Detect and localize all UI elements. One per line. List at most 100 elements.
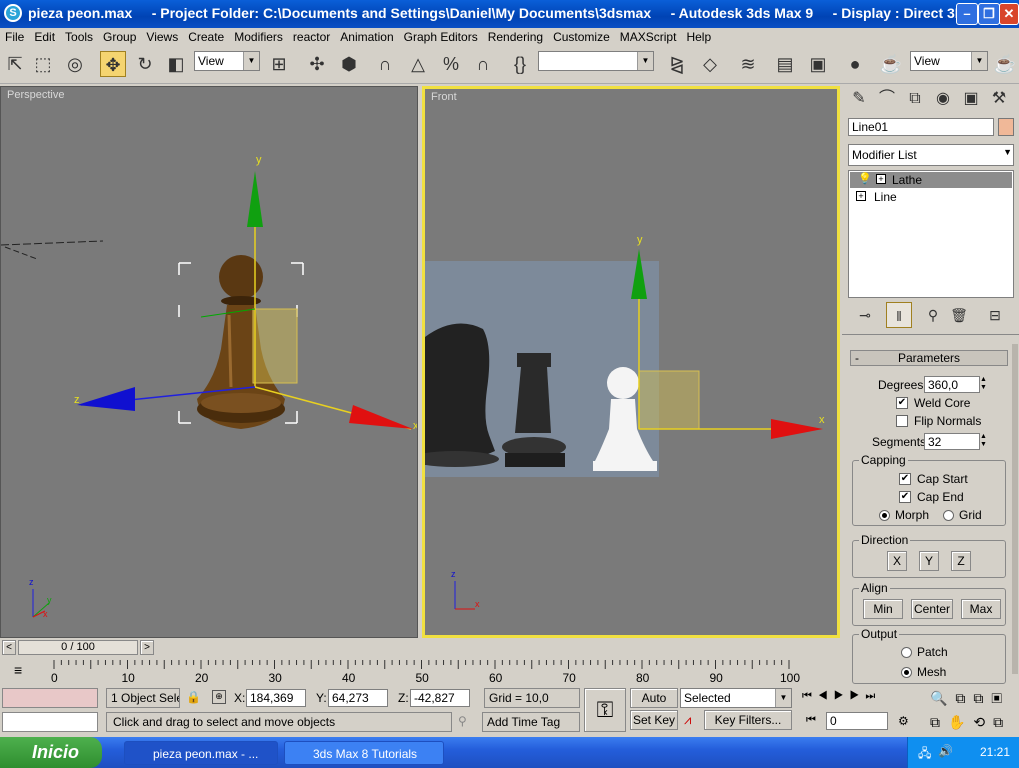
- manipulate-icon[interactable]: ✣: [304, 51, 330, 77]
- prev-frame-icon[interactable]: <: [2, 640, 16, 655]
- align-max-button[interactable]: Max: [961, 599, 1001, 619]
- menu-help[interactable]: Help: [681, 28, 716, 44]
- viewport-nav-controls-2[interactable]: ⧉✋⟲⧉: [930, 714, 1011, 731]
- render-scene-icon[interactable]: ☕: [878, 51, 904, 77]
- display-tab-icon[interactable]: ▣: [958, 86, 984, 112]
- lock-selection-icon[interactable]: 🔒: [186, 690, 201, 704]
- object-name-field[interactable]: Line01: [848, 118, 994, 136]
- segments-spinner[interactable]: ▲ ▼: [980, 433, 989, 450]
- direction-z-button[interactable]: Z: [951, 551, 971, 571]
- minimize-button[interactable]: –: [956, 3, 978, 25]
- start-button[interactable]: Inicio: [0, 737, 102, 768]
- menu-file[interactable]: File: [0, 28, 29, 44]
- layer-manager-icon[interactable]: ≋: [735, 51, 761, 77]
- task-3dsmax[interactable]: pieza peon.max - ...: [124, 741, 278, 765]
- material-editor-icon[interactable]: ●: [842, 51, 868, 77]
- maximize-button[interactable]: ❐: [978, 3, 1000, 25]
- key-mode-dropdown[interactable]: Selected ▼: [680, 688, 792, 708]
- cap-start-checkbox[interactable]: ✔: [899, 473, 911, 485]
- show-end-result-icon[interactable]: ‖: [886, 302, 912, 328]
- degrees-spinner[interactable]: ▲ ▼: [980, 376, 989, 393]
- make-unique-icon[interactable]: ⚲: [920, 302, 946, 328]
- grid-radio[interactable]: [943, 510, 954, 521]
- menu-views[interactable]: Views: [141, 28, 183, 44]
- add-time-tag[interactable]: Add Time Tag: [482, 712, 580, 732]
- modify-tab-icon[interactable]: ⌒: [874, 86, 900, 112]
- object-color-swatch[interactable]: [998, 118, 1014, 136]
- set-key-big-icon[interactable]: ⚿: [584, 688, 626, 732]
- menu-maxscript[interactable]: MAXScript: [615, 28, 682, 44]
- time-slider[interactable]: 0 / 100: [18, 640, 138, 655]
- menu-reactor[interactable]: reactor: [288, 28, 335, 44]
- current-frame-input[interactable]: 0: [826, 712, 888, 730]
- maxscript-listener-mini[interactable]: [2, 688, 98, 708]
- key-tangent-icon[interactable]: ⩘: [684, 712, 691, 728]
- morph-radio[interactable]: [879, 510, 890, 521]
- reference-coordinate-dropdown[interactable]: View ▼: [194, 51, 260, 71]
- key-mode-toggle-icon[interactable]: ⏮: [806, 714, 816, 727]
- snaps-toggle-icon[interactable]: ∩: [372, 51, 398, 77]
- menu-group[interactable]: Group: [98, 28, 141, 44]
- time-config-icon[interactable]: ⚙: [898, 714, 909, 728]
- stack-item-line[interactable]: + Line: [850, 189, 1012, 205]
- mesh-radio[interactable]: [901, 667, 912, 678]
- utilities-tab-icon[interactable]: ⚒: [986, 86, 1012, 112]
- weld-core-checkbox[interactable]: ✔: [896, 397, 908, 409]
- percent-snap-icon[interactable]: %: [438, 51, 464, 77]
- timeline-track[interactable]: ≡ 0 10 20 30 40 50 60 70 80 90 100: [0, 660, 840, 684]
- key-filters-button[interactable]: Key Filters...: [704, 710, 792, 730]
- menu-create[interactable]: Create: [183, 28, 229, 44]
- playback-controls[interactable]: ⏮◀▶▶⏭: [802, 690, 881, 703]
- menu-graph-editors[interactable]: Graph Editors: [399, 28, 483, 44]
- front-viewport[interactable]: Front y x z x: [422, 86, 840, 638]
- maxscript-input[interactable]: [2, 712, 98, 732]
- perspective-viewport[interactable]: Perspective y x z z y x: [0, 86, 418, 638]
- schematic-view-icon[interactable]: ▣: [805, 51, 831, 77]
- next-frame-icon[interactable]: >: [140, 640, 154, 655]
- keyboard-shortcut-icon[interactable]: ⬢: [336, 51, 362, 77]
- curve-editor-icon[interactable]: ▤: [772, 51, 798, 77]
- flip-normals-checkbox[interactable]: [896, 415, 908, 427]
- align-min-button[interactable]: Min: [863, 599, 903, 619]
- stack-item-lathe[interactable]: 💡 + Lathe: [850, 172, 1012, 188]
- select-rotate-icon[interactable]: ↻: [132, 51, 158, 77]
- render-type-dropdown[interactable]: View ▼: [910, 51, 988, 71]
- align-icon[interactable]: ◇: [697, 51, 723, 77]
- y-coordinate-input[interactable]: 64,273: [328, 689, 388, 707]
- quick-render-icon[interactable]: ☕: [992, 51, 1018, 77]
- edit-named-selection-icon[interactable]: {}: [507, 51, 533, 77]
- patch-radio[interactable]: [901, 647, 912, 658]
- configure-modifier-sets-icon[interactable]: ⊟: [982, 302, 1008, 328]
- direction-x-button[interactable]: X: [887, 551, 907, 571]
- angle-snap-icon[interactable]: △: [405, 51, 431, 77]
- named-selection-dropdown[interactable]: ▼: [538, 51, 654, 71]
- menu-edit[interactable]: Edit: [29, 28, 60, 44]
- panel-scrollbar[interactable]: [1012, 344, 1018, 674]
- select-link-icon[interactable]: ⇱: [2, 51, 28, 77]
- viewport-nav-controls[interactable]: 🔍⧉⧉▣: [930, 690, 1010, 707]
- window-crossing-icon[interactable]: ◎: [62, 51, 88, 77]
- hierarchy-tab-icon[interactable]: ⧉: [902, 86, 928, 112]
- align-center-button[interactable]: Center: [911, 599, 953, 619]
- select-move-icon[interactable]: ✥: [100, 51, 126, 77]
- motion-tab-icon[interactable]: ◉: [930, 86, 956, 112]
- clock[interactable]: 21:21: [980, 745, 1010, 759]
- menu-animation[interactable]: Animation: [335, 28, 398, 44]
- remove-modifier-icon[interactable]: 🗑: [946, 302, 972, 328]
- modifier-list-dropdown[interactable]: Modifier List ▼: [848, 144, 1014, 166]
- x-coordinate-input[interactable]: 184,369: [246, 689, 306, 707]
- z-coordinate-input[interactable]: -42,827: [410, 689, 470, 707]
- parameters-rollout-header[interactable]: - Parameters: [850, 350, 1008, 366]
- app-icon[interactable]: S: [4, 4, 22, 22]
- menu-tools[interactable]: Tools: [60, 28, 98, 44]
- auto-key-button[interactable]: Auto Key: [630, 688, 678, 723]
- task-tutorials[interactable]: 3ds Max 8 Tutorials: [284, 741, 444, 765]
- menu-rendering[interactable]: Rendering: [483, 28, 548, 44]
- close-button[interactable]: ✕: [999, 3, 1019, 25]
- menu-modifiers[interactable]: Modifiers: [229, 28, 288, 44]
- pivot-center-icon[interactable]: ⊞: [266, 51, 292, 77]
- menu-customize[interactable]: Customize: [548, 28, 615, 44]
- pin-stack-icon[interactable]: ⊸: [852, 302, 878, 328]
- set-key-button[interactable]: Set Key: [630, 710, 678, 730]
- create-tab-icon[interactable]: ✎: [846, 86, 872, 112]
